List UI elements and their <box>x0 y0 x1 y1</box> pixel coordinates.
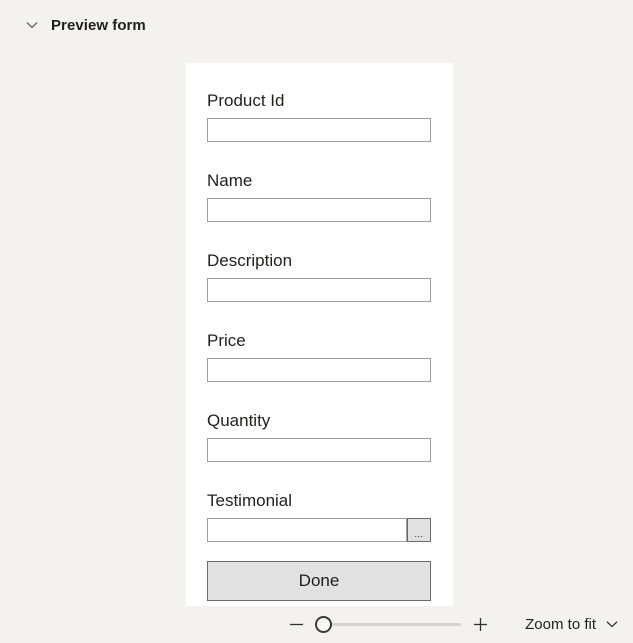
form-field-description: Description <box>207 250 431 302</box>
input-quantity[interactable] <box>207 438 431 462</box>
input-price[interactable] <box>207 358 431 382</box>
zoom-slider-track <box>321 622 462 626</box>
minus-icon[interactable] <box>281 609 311 639</box>
preview-form-header: Preview form <box>24 12 146 38</box>
page-title: Preview form <box>51 16 146 34</box>
field-label-name: Name <box>207 171 253 190</box>
zoom-to-fit-label: Zoom to fit <box>525 615 596 633</box>
input-description[interactable] <box>207 278 431 302</box>
done-button[interactable]: Done <box>207 561 431 601</box>
zoom-to-fit-dropdown[interactable]: Zoom to fit <box>525 609 619 639</box>
field-spacer <box>207 382 431 410</box>
form-field-testimonial: Testimonial ... <box>207 490 431 542</box>
ellipsis-icon[interactable]: ... <box>407 518 431 542</box>
preview-form-card: Product Id Name Description Price Quanti… <box>186 63 453 606</box>
field-spacer <box>207 302 431 330</box>
field-label-price: Price <box>207 331 246 350</box>
form-field-name: Name <box>207 170 431 222</box>
field-label-description: Description <box>207 251 293 270</box>
chevron-down-icon[interactable] <box>24 17 40 33</box>
plus-icon[interactable] <box>465 609 495 639</box>
input-product-id[interactable] <box>207 118 431 142</box>
form-field-price: Price <box>207 330 431 382</box>
form-field-product-id: Product Id <box>207 90 431 142</box>
field-spacer <box>207 142 431 170</box>
zoom-toolbar: Zoom to fit <box>0 605 633 643</box>
form-fields-container: Product Id Name Description Price Quanti… <box>207 90 431 601</box>
field-label-testimonial: Testimonial <box>207 491 293 510</box>
field-spacer <box>207 462 431 490</box>
chevron-down-icon <box>605 617 619 631</box>
zoom-slider-thumb[interactable] <box>315 615 333 633</box>
field-label-quantity: Quantity <box>207 411 271 430</box>
input-testimonial[interactable] <box>207 518 407 542</box>
field-spacer <box>207 222 431 250</box>
field-label-product-id: Product Id <box>207 91 285 110</box>
testimonial-input-group: ... <box>207 518 431 542</box>
form-field-quantity: Quantity <box>207 410 431 462</box>
input-name[interactable] <box>207 198 431 222</box>
form-actions: Done <box>207 561 431 601</box>
zoom-slider[interactable] <box>315 609 462 639</box>
